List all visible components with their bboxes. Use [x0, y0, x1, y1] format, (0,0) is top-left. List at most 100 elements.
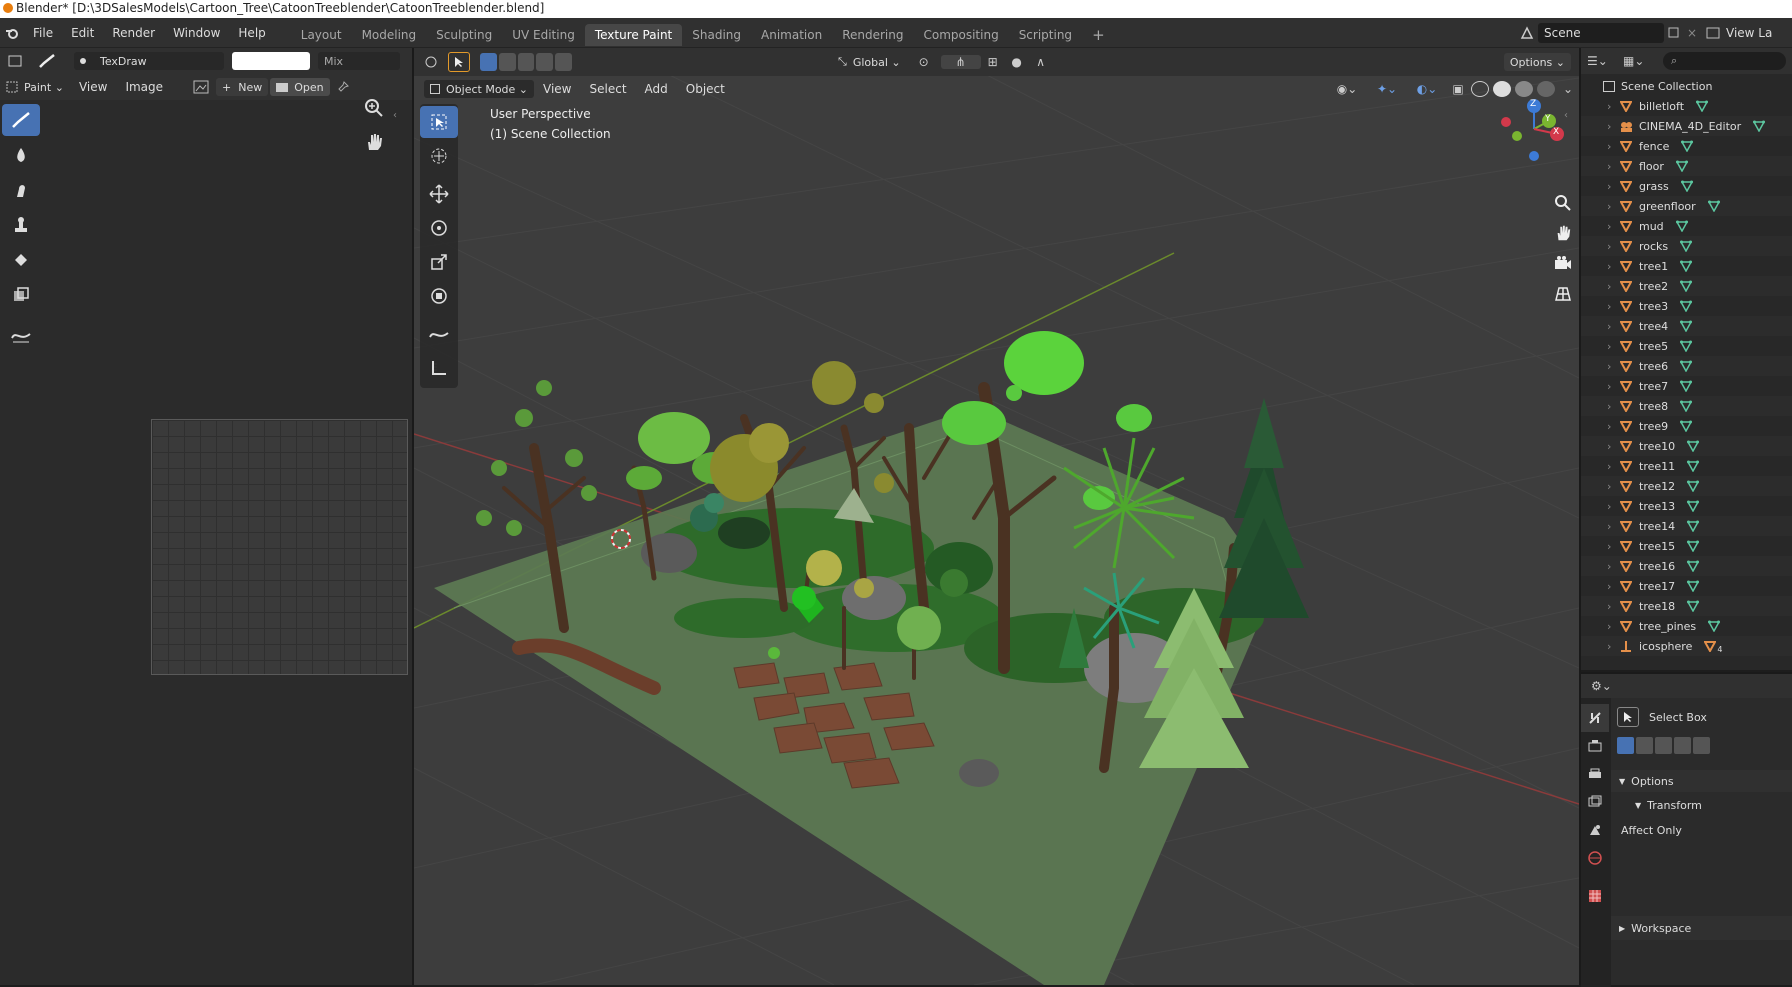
image-browse-icon[interactable] — [186, 80, 216, 94]
outliner-item-tree10[interactable]: › tree10 — [1581, 436, 1792, 456]
paint-mode-dropdown[interactable]: Paint ⌄ — [24, 78, 70, 96]
menu-image[interactable]: Image — [116, 74, 172, 100]
select-box-tool[interactable] — [420, 106, 458, 138]
expand-arrow-icon[interactable]: › — [1607, 640, 1611, 653]
camera-view-icon[interactable] — [1550, 250, 1576, 276]
editor-type-icon[interactable] — [0, 55, 30, 67]
outliner-item-tree2[interactable]: › tree2 — [1581, 276, 1792, 296]
snap-icon[interactable]: ⋔ — [940, 55, 981, 69]
children-badge-icon[interactable]: 4 — [1704, 639, 1722, 654]
workspace-panel-header[interactable]: ▶ Workspace — [1611, 916, 1792, 940]
tab-modeling[interactable]: Modeling — [352, 24, 427, 46]
mode-subtract-icon[interactable] — [1655, 736, 1672, 754]
expand-arrow-icon[interactable]: › — [1607, 200, 1611, 213]
xray-icon[interactable]: ▣ — [1447, 82, 1469, 96]
mode-extend-icon[interactable] — [1636, 736, 1653, 754]
render-tab-icon[interactable] — [1581, 732, 1609, 760]
overlay-toggle-icon[interactable]: ◐⌄ — [1407, 82, 1447, 96]
navigation-gizmo[interactable]: Z Y X — [1494, 94, 1574, 164]
outliner-item-tree_pines[interactable]: › tree_pines — [1581, 616, 1792, 636]
smear-tool[interactable] — [2, 174, 40, 206]
outliner-item-tree8[interactable]: › tree8 — [1581, 396, 1792, 416]
expand-arrow-icon[interactable]: › — [1607, 260, 1611, 273]
mesh-data-icon[interactable] — [1753, 120, 1766, 132]
menu-help[interactable]: Help — [229, 19, 274, 47]
close-scene-icon[interactable]: × — [1684, 26, 1700, 40]
measure-tool[interactable] — [420, 352, 458, 384]
expand-arrow-icon[interactable]: › — [1607, 380, 1611, 393]
expand-arrow-icon[interactable]: › — [1607, 400, 1611, 413]
collapse-arrow-icon[interactable]: ‹ — [393, 110, 397, 121]
viewport-menu-view[interactable]: View — [534, 76, 580, 102]
copy-scene-icon[interactable] — [1664, 23, 1684, 43]
mesh-data-icon[interactable] — [1681, 140, 1694, 152]
expand-arrow-icon[interactable]: › — [1607, 180, 1611, 193]
outliner-item-tree11[interactable]: › tree11 — [1581, 456, 1792, 476]
outliner-item-billetloft[interactable]: › billetloft — [1581, 96, 1792, 116]
select-new-icon[interactable] — [480, 53, 497, 71]
tab-animation[interactable]: Animation — [751, 24, 832, 46]
expand-arrow-icon[interactable]: › — [1607, 220, 1611, 233]
select-subtract-icon[interactable] — [517, 53, 535, 71]
expand-arrow-icon[interactable]: › — [1607, 540, 1611, 553]
expand-arrow-icon[interactable]: › — [1607, 560, 1611, 573]
scene-field[interactable]: Scene — [1538, 23, 1664, 43]
outliner-item-tree9[interactable]: › tree9 — [1581, 416, 1792, 436]
expand-arrow-icon[interactable]: › — [1607, 460, 1611, 473]
pin-icon[interactable] — [330, 81, 356, 93]
wireframe-shading-icon[interactable] — [1471, 81, 1489, 97]
visibility-eye-icon[interactable]: ◉⌄ — [1327, 82, 1367, 96]
zoom-icon[interactable] — [364, 98, 384, 118]
outliner-item-tree13[interactable]: › tree13 — [1581, 496, 1792, 516]
expand-arrow-icon[interactable]: › — [1607, 340, 1611, 353]
outliner-item-grass[interactable]: › grass — [1581, 176, 1792, 196]
menu-render[interactable]: Render — [103, 19, 164, 47]
scene-collection-row[interactable]: Scene Collection — [1581, 76, 1792, 96]
outliner-item-tree15[interactable]: › tree15 — [1581, 536, 1792, 556]
transform-tool[interactable] — [420, 280, 458, 312]
mesh-data-icon[interactable] — [1687, 580, 1700, 592]
image-canvas[interactable] — [151, 419, 408, 675]
texture-tab-icon[interactable] — [1581, 882, 1609, 910]
expand-arrow-icon[interactable]: › — [1607, 100, 1611, 113]
mesh-data-icon[interactable] — [1687, 480, 1700, 492]
select-box-icon[interactable] — [1617, 707, 1639, 727]
outliner-item-tree7[interactable]: › tree7 — [1581, 376, 1792, 396]
outliner-search-input[interactable]: ⌕ — [1663, 52, 1786, 70]
expand-arrow-icon[interactable]: › — [1607, 300, 1611, 313]
editor-type-3d-icon[interactable] — [414, 55, 448, 69]
mesh-data-icon[interactable] — [1680, 240, 1693, 252]
world-tab-icon[interactable] — [1581, 844, 1609, 872]
scale-tool[interactable] — [420, 246, 458, 278]
outliner-item-tree18[interactable]: › tree18 — [1581, 596, 1792, 616]
move-tool[interactable] — [420, 178, 458, 210]
outliner-item-mud[interactable]: › mud — [1581, 216, 1792, 236]
expand-arrow-icon[interactable]: › — [1607, 580, 1611, 593]
outliner-item-greenfloor[interactable]: › greenfloor — [1581, 196, 1792, 216]
cursor-tool[interactable] — [420, 140, 458, 172]
mesh-data-icon[interactable] — [1675, 220, 1688, 232]
tab-texture-paint[interactable]: Texture Paint — [584, 24, 683, 46]
viewport-menu-add[interactable]: Add — [636, 76, 677, 102]
outliner-item-tree6[interactable]: › tree6 — [1581, 356, 1792, 376]
mesh-data-icon[interactable] — [1675, 160, 1688, 172]
view-layer-tab-icon[interactable] — [1581, 788, 1609, 816]
mesh-data-icon[interactable] — [1680, 340, 1693, 352]
expand-arrow-icon[interactable]: › — [1607, 160, 1611, 173]
mesh-data-icon[interactable] — [1687, 600, 1700, 612]
outliner-item-tree5[interactable]: › tree5 — [1581, 336, 1792, 356]
expand-arrow-icon[interactable]: › — [1607, 240, 1611, 253]
tab-shading[interactable]: Shading — [682, 24, 751, 46]
outliner-item-tree4[interactable]: › tree4 — [1581, 316, 1792, 336]
snap-target-icon[interactable]: ⊞ — [981, 55, 1005, 69]
expand-arrow-icon[interactable]: › — [1607, 500, 1611, 513]
outliner-item-fence[interactable]: › fence — [1581, 136, 1792, 156]
blender-menu-icon[interactable] — [0, 19, 24, 47]
expand-arrow-icon[interactable]: › — [1607, 620, 1611, 633]
options-panel-header[interactable]: ▼ Options — [1611, 770, 1792, 792]
brush-color-swatch[interactable] — [232, 52, 310, 70]
expand-arrow-icon[interactable]: › — [1607, 600, 1611, 613]
tab-rendering[interactable]: Rendering — [832, 24, 913, 46]
outliner-item-tree16[interactable]: › tree16 — [1581, 556, 1792, 576]
outliner-item-tree14[interactable]: › tree14 — [1581, 516, 1792, 536]
